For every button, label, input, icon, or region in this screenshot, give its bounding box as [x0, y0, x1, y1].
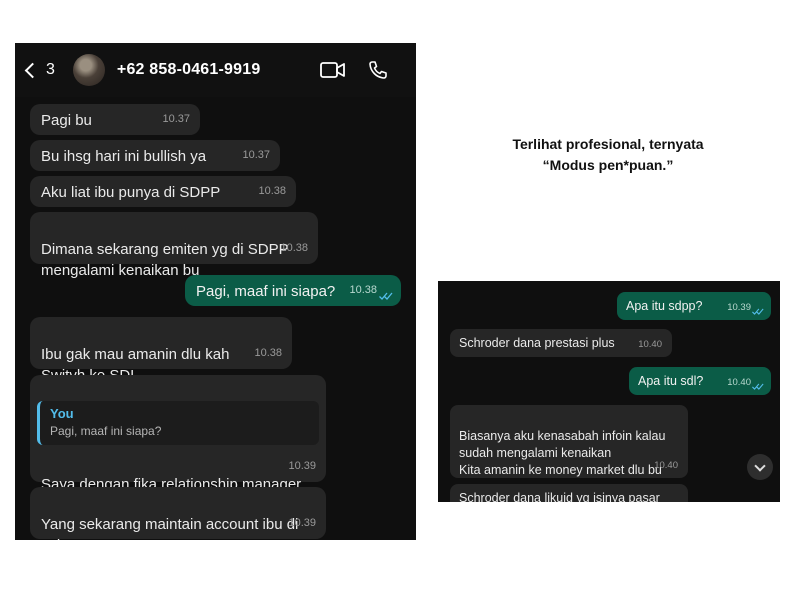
message-time: 10.39: [727, 302, 751, 313]
message-text: Apa itu sdl?: [638, 374, 704, 388]
message-bubble[interactable]: Yang sekarang maintain account ibu di oc…: [30, 487, 326, 540]
message-time: 10.38: [280, 242, 308, 254]
contact-number[interactable]: +62 858-0461-9919: [117, 61, 261, 79]
message-time: 10.39: [288, 517, 316, 529]
right-chat-screenshot[interactable]: Apa itu sdpp? 10.39 Schroder dana presta…: [438, 281, 780, 502]
message-time: 10.40: [654, 460, 678, 471]
read-ticks-icon: [752, 383, 764, 390]
message-time: 10.40: [638, 339, 662, 350]
unread-count: 3: [46, 61, 55, 78]
message-text: Schroder dana prestasi plus: [459, 336, 615, 350]
header-actions: [320, 60, 388, 80]
message-bubble-outgoing[interactable]: Apa itu sdl? 10.40: [629, 367, 771, 395]
message-time: 10.37: [162, 113, 190, 125]
chat-header: 3 +62 858-0461-9919: [15, 43, 416, 97]
read-ticks-icon: [379, 292, 393, 300]
caption-line-2: “Modus pen*puan.”: [542, 157, 674, 173]
message-text: Yang sekarang maintain account ibu di oc…: [41, 516, 299, 540]
caption: Terlihat profesional, ternyata “Modus pe…: [480, 134, 736, 176]
chevron-down-icon: [754, 459, 766, 472]
message-bubble[interactable]: Biasanya aku kenasabah infoin kalau suda…: [450, 405, 688, 478]
message-time: 10.38: [254, 347, 282, 359]
message-bubble[interactable]: Pagi bu 10.37: [30, 104, 200, 135]
message-text: Aku liat ibu punya di SDPP: [41, 184, 221, 201]
message-text: Dimana sekarang emiten yg di SDPP mengal…: [41, 241, 289, 279]
quote-text: Pagi, maaf ini siapa?: [50, 424, 162, 438]
read-ticks-icon: [752, 308, 764, 315]
message-bubble-outgoing[interactable]: Pagi, maaf ini siapa? 10.38: [185, 275, 401, 306]
back-button[interactable]: 3: [24, 61, 55, 79]
quote-author: You: [50, 406, 74, 421]
message-bubble[interactable]: Schroder dana likuid yg isinya pasar: [450, 484, 688, 502]
message-time: 10.40: [727, 377, 751, 388]
chevron-left-icon: [24, 62, 41, 78]
phone-icon[interactable]: [368, 60, 388, 80]
message-text: Pagi bu: [41, 112, 92, 129]
left-chat-screenshot: 3 +62 858-0461-9919 Pagi bu 10.37 Bu ihs…: [15, 43, 416, 540]
message-text: Schroder dana likuid yg isinya pasar: [459, 491, 660, 502]
message-time: 10.39: [288, 460, 316, 472]
quoted-message[interactable]: You Pagi, maaf ini siapa?: [37, 401, 319, 445]
message-bubble[interactable]: Aku liat ibu punya di SDPP 10.38: [30, 176, 296, 207]
message-text: Pagi, maaf ini siapa?: [196, 283, 336, 300]
message-bubble[interactable]: Schroder dana prestasi plus 10.40: [450, 329, 672, 357]
message-text: Bu ihsg hari ini bullish ya: [41, 148, 207, 165]
reply-message-bubble[interactable]: You Pagi, maaf ini siapa? Saya dengan fi…: [30, 375, 326, 514]
message-text: Biasanya aku kenasabah infoin kalau suda…: [459, 429, 666, 477]
message-time: 10.37: [242, 149, 270, 161]
avatar[interactable]: [72, 54, 105, 86]
message-time: 10.38: [258, 185, 286, 197]
message-time: 10.38: [349, 284, 377, 296]
message-bubble[interactable]: Dimana sekarang emiten yg di SDPP mengal…: [30, 212, 318, 279]
chat-area[interactable]: Pagi bu 10.37 Bu ihsg hari ini bullish y…: [15, 97, 416, 540]
scroll-to-bottom-button[interactable]: [747, 454, 773, 480]
message-bubble[interactable]: Ibu gak mau amanin dlu kah Switvh ke SDL…: [30, 317, 292, 384]
message-bubble[interactable]: Bu ihsg hari ini bullish ya 10.37: [30, 140, 280, 171]
message-bubble-outgoing[interactable]: Apa itu sdpp? 10.39: [617, 292, 771, 320]
message-text: Apa itu sdpp?: [626, 299, 703, 313]
caption-line-1: Terlihat profesional, ternyata: [512, 136, 704, 152]
video-icon[interactable]: [320, 61, 346, 79]
